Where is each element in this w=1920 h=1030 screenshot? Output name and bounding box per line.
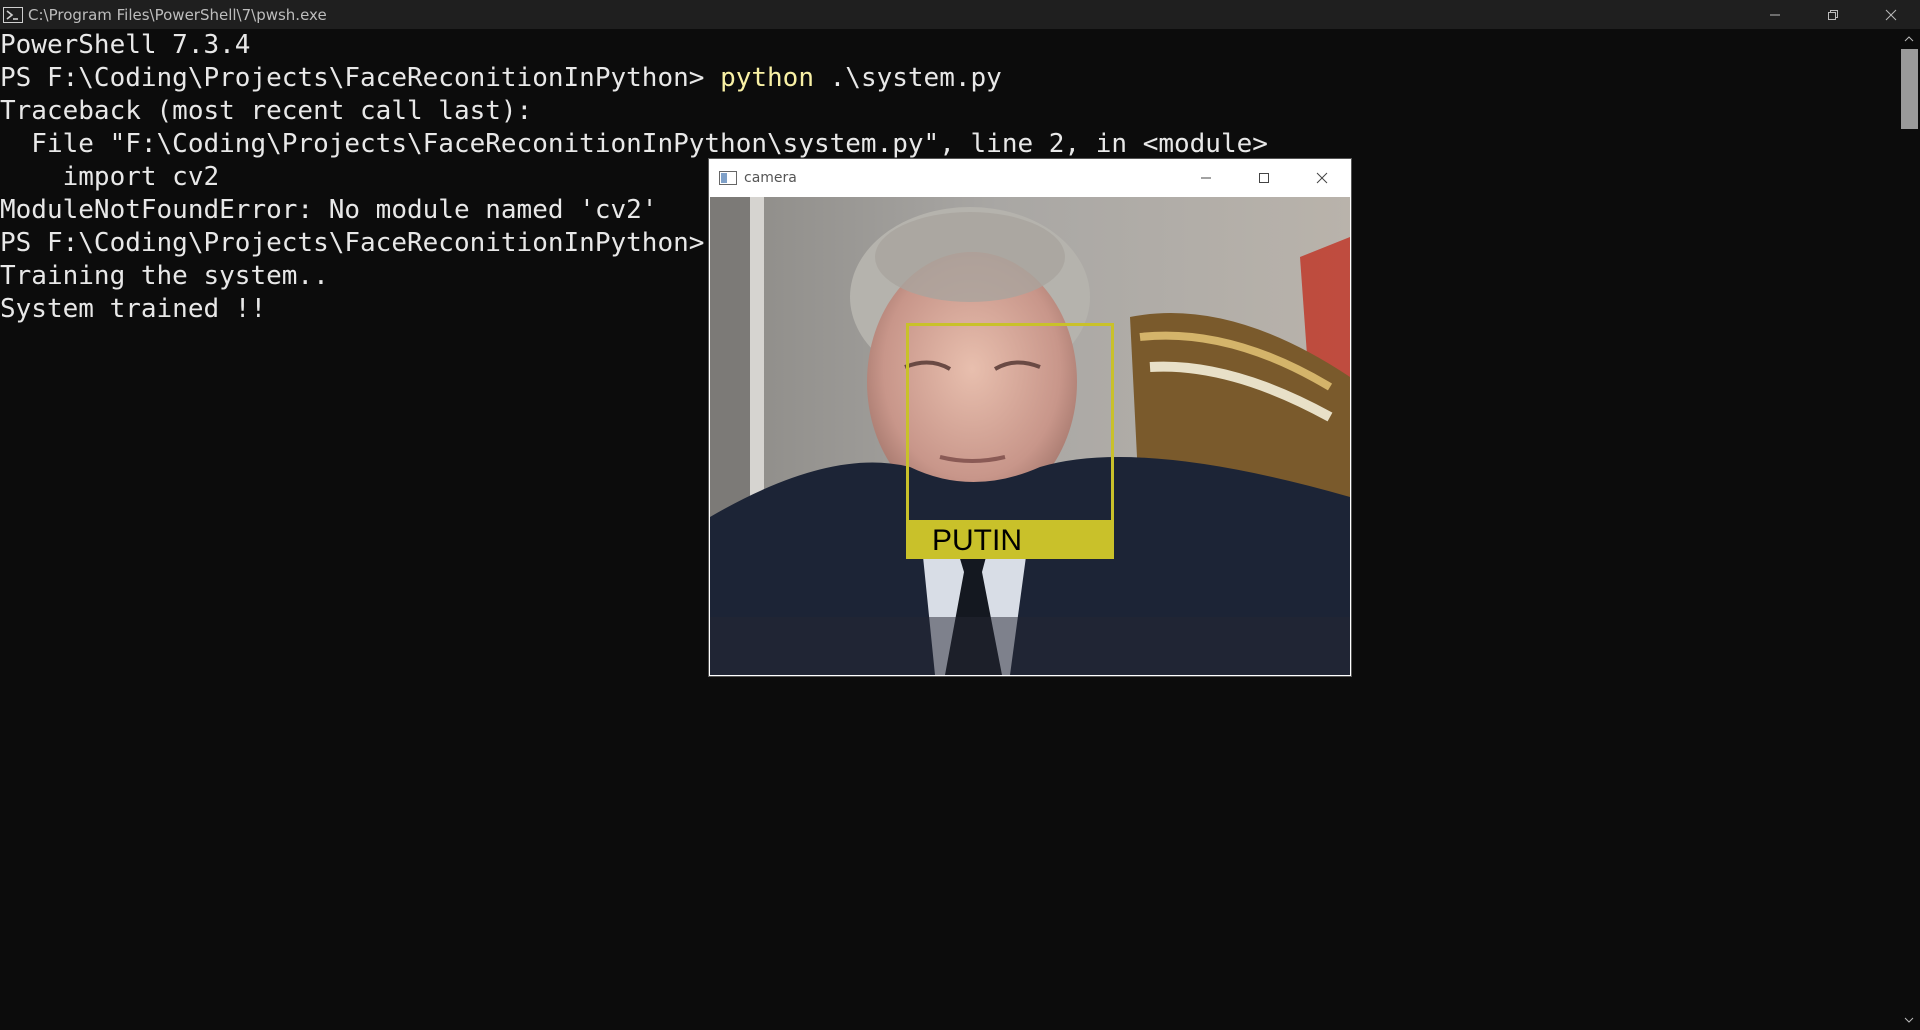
face-detection-box — [906, 323, 1114, 523]
terminal-line: Traceback (most recent call last): — [0, 96, 533, 126]
prompt: PS F:\Coding\Projects\FaceReconitionInPy… — [0, 228, 721, 258]
scroll-up-arrow[interactable] — [1898, 29, 1920, 49]
camera-maximize-button[interactable] — [1235, 159, 1293, 197]
vertical-scrollbar[interactable] — [1898, 29, 1920, 1030]
maximize-icon — [1259, 173, 1269, 183]
scroll-thumb[interactable] — [1901, 49, 1918, 129]
restore-button[interactable] — [1804, 0, 1862, 29]
close-icon — [1316, 172, 1328, 184]
terminal-line: PowerShell 7.3.4 — [0, 30, 251, 60]
powershell-icon — [2, 6, 24, 24]
scroll-down-arrow[interactable] — [1898, 1010, 1920, 1030]
terminal-line: PS F:\Coding\Projects\FaceReconitionInPy… — [0, 62, 1898, 95]
camera-minimize-button[interactable] — [1177, 159, 1235, 197]
window-app-icon — [719, 171, 737, 185]
close-button[interactable] — [1862, 0, 1920, 29]
prompt: PS F:\Coding\Projects\FaceReconitionInPy… — [0, 63, 721, 93]
camera-feed: PUTIN — [710, 197, 1350, 675]
camera-title: camera — [744, 170, 797, 186]
face-detection-label: PUTIN — [906, 523, 1114, 559]
camera-window[interactable]: camera PUTIN — [709, 159, 1351, 676]
chevron-up-icon — [1904, 36, 1914, 42]
chevron-down-icon — [1904, 1017, 1914, 1023]
camera-close-button[interactable] — [1293, 159, 1351, 197]
close-icon — [1885, 9, 1897, 20]
command: python — [720, 63, 814, 93]
restore-icon — [1828, 9, 1838, 20]
command-args: .\system.py — [813, 63, 1002, 93]
camera-titlebar[interactable]: camera — [709, 159, 1351, 197]
terminal-titlebar[interactable]: C:\Program Files\PowerShell\7\pwsh.exe — [0, 0, 1920, 29]
minimize-icon — [1201, 177, 1211, 179]
minimize-button[interactable] — [1746, 0, 1804, 29]
window-controls — [1746, 0, 1920, 29]
window-title: C:\Program Files\PowerShell\7\pwsh.exe — [28, 5, 327, 24]
terminal-line: File "F:\Coding\Projects\FaceReconitionI… — [0, 129, 1268, 159]
camera-window-controls — [1177, 159, 1351, 197]
minimize-icon — [1770, 14, 1780, 15]
